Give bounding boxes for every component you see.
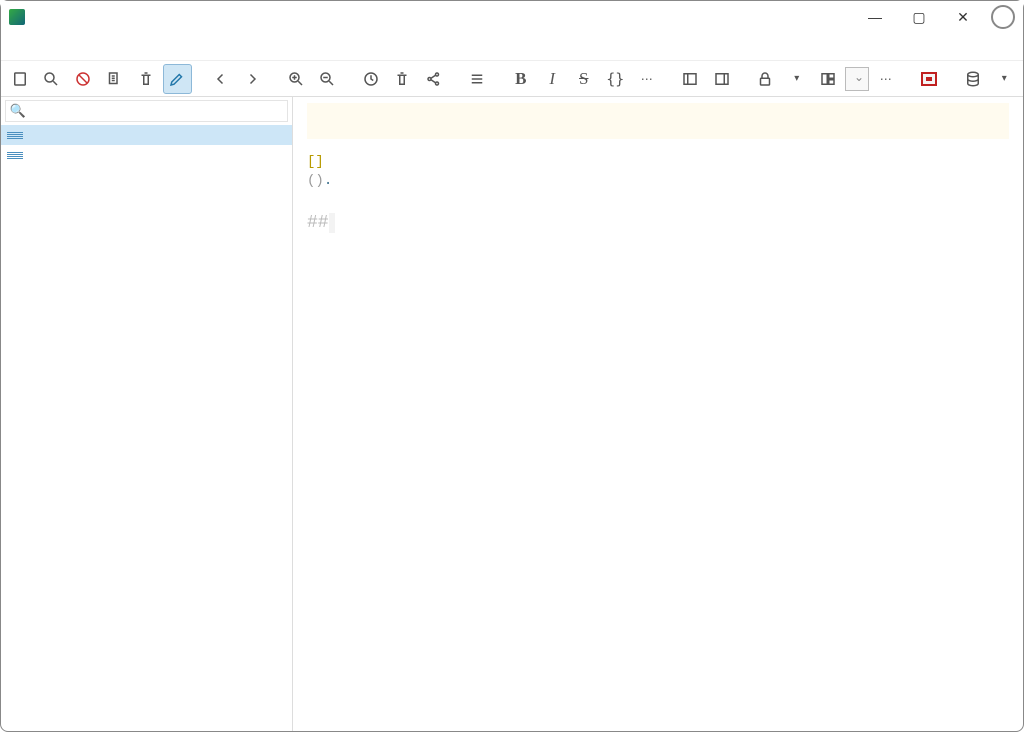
- layout-button[interactable]: [814, 64, 844, 94]
- strike-button[interactable]: S: [569, 64, 599, 94]
- titlebar: ― ▢ ✕: [1, 1, 1023, 33]
- search-icon: 🔍: [8, 103, 28, 119]
- panel-left-button[interactable]: [676, 64, 706, 94]
- zoom-in-button[interactable]: [281, 64, 311, 94]
- main-area: 🔍 [] (). ##: [1, 97, 1023, 731]
- search-row: 🔍: [5, 100, 288, 122]
- app-logo: [991, 5, 1015, 29]
- menu-help[interactable]: [117, 44, 133, 50]
- more-format-button[interactable]: ⋯: [632, 64, 662, 94]
- note-list: [1, 125, 292, 731]
- menu-todo[interactable]: [63, 44, 79, 50]
- doc-title: [309, 107, 315, 134]
- toolbar: B I S {} ⋯ ▾ ⋯ ▾: [1, 61, 1023, 97]
- app-icon: [9, 9, 25, 25]
- note-item[interactable]: [1, 125, 292, 145]
- trash-button[interactable]: [388, 64, 418, 94]
- maximize-button[interactable]: ▢: [897, 3, 941, 31]
- lock-button[interactable]: [751, 64, 781, 94]
- forward-button[interactable]: [238, 64, 268, 94]
- minimize-button[interactable]: ―: [853, 3, 897, 31]
- code-button[interactable]: {}: [601, 64, 631, 94]
- disable-button[interactable]: [68, 64, 98, 94]
- doc-title-block: [307, 103, 1009, 139]
- note-icon: [7, 152, 23, 159]
- editor[interactable]: [] (). ##: [293, 97, 1023, 731]
- workspace-select[interactable]: [845, 67, 869, 91]
- section-headers-label: [329, 213, 335, 233]
- sidebar: 🔍: [1, 97, 293, 731]
- panel-right-button[interactable]: [707, 64, 737, 94]
- share-button[interactable]: [419, 64, 449, 94]
- delete-button[interactable]: [131, 64, 161, 94]
- edit-button[interactable]: [163, 64, 193, 94]
- list-button[interactable]: [463, 64, 493, 94]
- intro-text: [] ().: [307, 153, 1009, 191]
- search-input[interactable]: [28, 104, 285, 119]
- menu-tags[interactable]: [45, 44, 61, 50]
- note-item[interactable]: [1, 145, 292, 165]
- workspace-more-button[interactable]: ⋯: [871, 64, 901, 94]
- back-button[interactable]: [206, 64, 236, 94]
- menu-window[interactable]: [99, 44, 115, 50]
- menu-notes[interactable]: [9, 44, 25, 50]
- database-button[interactable]: [958, 64, 988, 94]
- history-button[interactable]: [356, 64, 386, 94]
- menu-edit[interactable]: [27, 44, 43, 50]
- copy-button[interactable]: [100, 64, 130, 94]
- new-note-button[interactable]: [5, 64, 35, 94]
- menu-script[interactable]: [81, 44, 97, 50]
- present-button[interactable]: [915, 64, 945, 94]
- menubar: [1, 33, 1023, 61]
- section-headers: ##: [307, 211, 1009, 235]
- lock-dropdown-button[interactable]: ▾: [782, 64, 812, 94]
- note-icon: [7, 132, 23, 139]
- database-dropdown-button[interactable]: ▾: [990, 64, 1020, 94]
- italic-button[interactable]: I: [538, 64, 568, 94]
- close-button[interactable]: ✕: [941, 3, 985, 31]
- bold-button[interactable]: B: [506, 64, 536, 94]
- search-button[interactable]: [37, 64, 67, 94]
- present-icon: [921, 72, 937, 86]
- zoom-out-button[interactable]: [313, 64, 343, 94]
